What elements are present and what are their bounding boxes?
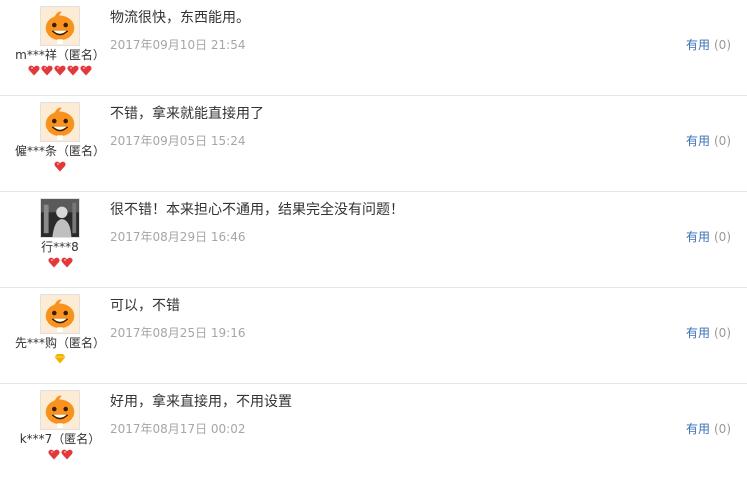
yellow-diamond-icon xyxy=(54,353,66,364)
useful-button[interactable]: 有用 xyxy=(686,230,710,244)
review-item: m***祥（匿名） 物流很快，东西能用。 2017年09月10日 21:54 有… xyxy=(0,0,747,96)
reviewer-name: 行***8 xyxy=(41,240,79,254)
reviewer-info: k***7（匿名） xyxy=(0,390,120,460)
review-date: 2017年08月25日 19:16 xyxy=(110,326,246,340)
orange-mascot-avatar-icon[interactable] xyxy=(40,294,80,334)
review-date: 2017年09月10日 21:54 xyxy=(110,38,246,52)
useful-count: (0) xyxy=(714,326,731,340)
reviewer-info: m***祥（匿名） xyxy=(0,6,120,76)
red-heart-icon xyxy=(47,257,60,268)
red-heart-icon xyxy=(28,65,40,76)
reviewer-name: m***祥（匿名） xyxy=(15,48,105,62)
user-rank-badge xyxy=(0,449,120,460)
useful-count: (0) xyxy=(714,134,731,148)
photo-avatar-icon[interactable] xyxy=(40,198,80,238)
orange-mascot-avatar-icon[interactable] xyxy=(40,6,80,46)
review-text: 很不错！本来担心不通用，结果完全没有问题！ xyxy=(110,202,404,218)
useful-button[interactable]: 有用 xyxy=(686,422,710,436)
review-date: 2017年09月05日 15:24 xyxy=(110,134,246,148)
review-text: 不错，拿来就能直接用了 xyxy=(110,106,264,122)
orange-mascot-avatar-icon[interactable] xyxy=(40,102,80,142)
useful-count: (0) xyxy=(714,230,731,244)
review-item: k***7（匿名） 好用，拿来直接用，不用设置 2017年08月17日 00:0… xyxy=(0,384,747,480)
red-heart-icon xyxy=(60,449,73,460)
user-rank-badge xyxy=(0,257,120,268)
useful-vote: 有用 (0) xyxy=(686,229,731,245)
review-date: 2017年08月17日 00:02 xyxy=(110,422,246,436)
useful-vote: 有用 (0) xyxy=(686,325,731,341)
user-rank-badge xyxy=(0,353,120,364)
reviewer-info: 僱***条（匿名） xyxy=(0,102,120,172)
reviewer-info: 先***购（匿名） xyxy=(0,294,120,364)
review-list: m***祥（匿名） 物流很快，东西能用。 2017年09月10日 21:54 有… xyxy=(0,0,747,480)
user-rank-badge xyxy=(0,65,120,76)
reviewer-name: k***7（匿名） xyxy=(19,432,101,446)
orange-mascot-avatar-icon[interactable] xyxy=(40,390,80,430)
red-heart-icon xyxy=(67,65,79,76)
review-text: 好用，拿来直接用，不用设置 xyxy=(110,394,292,410)
reviewer-name: 先***购（匿名） xyxy=(14,336,105,350)
review-text: 可以，不错 xyxy=(110,298,180,314)
useful-count: (0) xyxy=(714,422,731,436)
review-item: 僱***条（匿名） 不错，拿来就能直接用了 2017年09月05日 15:24 … xyxy=(0,96,747,192)
useful-button[interactable]: 有用 xyxy=(686,134,710,148)
reviewer-info: 行***8 xyxy=(0,198,120,268)
review-item: 行***8 很不错！本来担心不通用，结果完全没有问题！ 2017年08月29日 … xyxy=(0,192,747,288)
review-date: 2017年08月29日 16:46 xyxy=(110,230,246,244)
useful-button[interactable]: 有用 xyxy=(686,326,710,340)
red-heart-icon xyxy=(54,161,66,172)
reviewer-name: 僱***条（匿名） xyxy=(14,144,105,158)
useful-vote: 有用 (0) xyxy=(686,37,731,53)
user-rank-badge xyxy=(0,161,120,172)
useful-vote: 有用 (0) xyxy=(686,421,731,437)
review-item: 先***购（匿名） 可以，不错 2017年08月25日 19:16 有用 (0) xyxy=(0,288,747,384)
red-heart-icon xyxy=(60,257,73,268)
red-heart-icon xyxy=(41,65,53,76)
red-heart-icon xyxy=(54,65,66,76)
useful-button[interactable]: 有用 xyxy=(686,38,710,52)
red-heart-icon xyxy=(80,65,92,76)
red-heart-icon xyxy=(47,449,60,460)
useful-count: (0) xyxy=(714,38,731,52)
useful-vote: 有用 (0) xyxy=(686,133,731,149)
review-text: 物流很快，东西能用。 xyxy=(110,10,250,26)
